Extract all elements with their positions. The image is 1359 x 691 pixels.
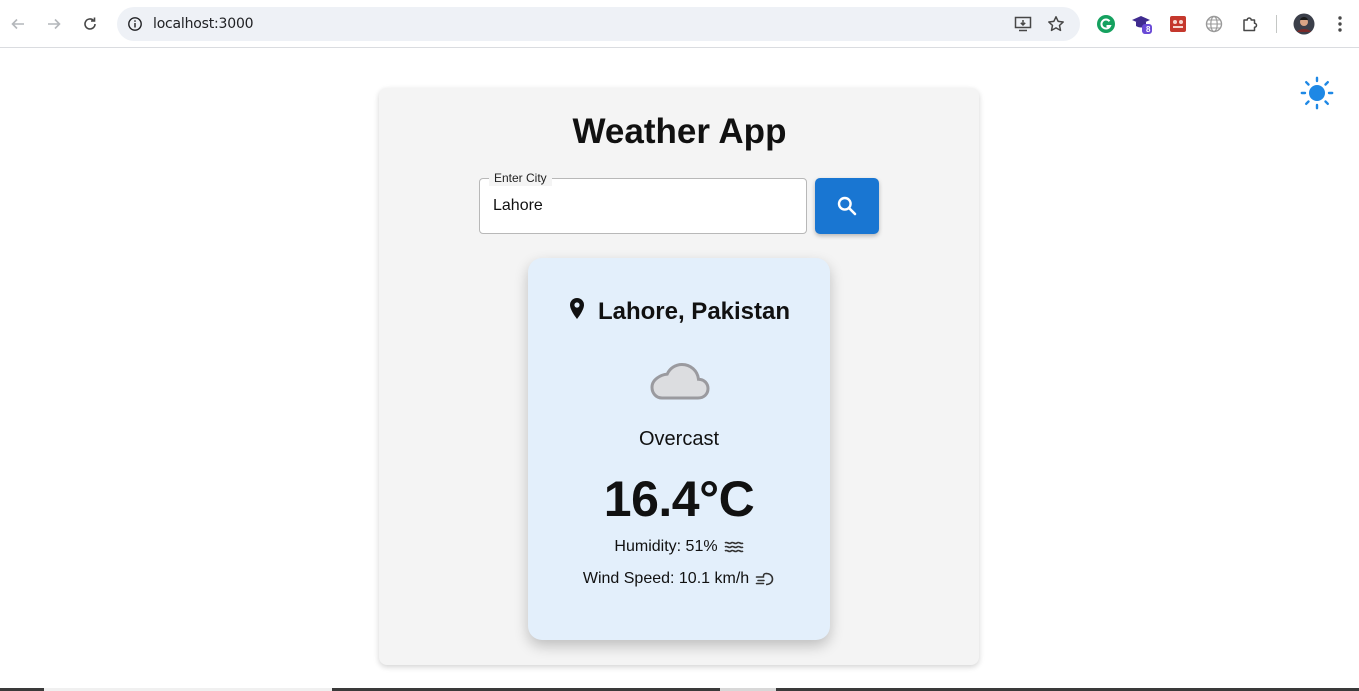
grammarly-extension-icon[interactable] <box>1095 13 1117 35</box>
reload-icon <box>84 17 96 30</box>
theme-toggle-button[interactable] <box>1300 76 1334 110</box>
arrow-left-icon <box>11 18 24 30</box>
location-pin-icon <box>569 298 584 319</box>
bookmark-star-icon[interactable] <box>1046 14 1066 34</box>
extensions-puzzle-icon[interactable] <box>1239 13 1261 35</box>
humidity-text: Humidity: 51% <box>614 538 718 555</box>
profile-avatar[interactable] <box>1293 13 1315 35</box>
kebab-menu-icon <box>1338 16 1342 32</box>
url-text: localhost:3000 <box>153 16 254 32</box>
city-input[interactable] <box>480 179 806 233</box>
temperature: 16.4°C <box>603 471 755 527</box>
arrow-right-icon <box>48 18 61 30</box>
install-app-icon[interactable] <box>1013 14 1033 34</box>
location-name: Lahore, Pakistan <box>597 298 791 325</box>
forward-button[interactable] <box>42 10 66 38</box>
toolbar-divider <box>1276 15 1277 33</box>
sun-icon <box>1300 76 1334 110</box>
wind-row: Wind Speed: 10.1 km/h <box>528 570 830 588</box>
app-title: Weather App <box>572 112 787 151</box>
browser-menu-button[interactable] <box>1329 13 1351 35</box>
water-wave-icon <box>724 540 744 554</box>
reload-button[interactable] <box>78 10 102 38</box>
back-button[interactable] <box>6 10 30 38</box>
address-bar[interactable]: localhost:3000 <box>117 7 1080 41</box>
cloud-icon <box>650 362 710 400</box>
weather-condition: Overcast <box>638 428 720 450</box>
wind-speed-text: Wind Speed: 10.1 km/h <box>582 570 750 587</box>
browser-toolbar: localhost:3000 8 <box>0 0 1359 48</box>
graduation-cap-extension-icon[interactable]: 8 <box>1131 13 1153 35</box>
wind-face-icon <box>755 570 775 588</box>
search-button[interactable] <box>815 178 879 234</box>
extension-badge: 8 <box>1146 25 1151 34</box>
city-input-label: Enter City <box>489 170 552 186</box>
location-row: Lahore, Pakistan <box>528 298 830 326</box>
red-extension-icon[interactable] <box>1167 13 1189 35</box>
search-icon <box>837 196 857 216</box>
site-info-icon[interactable] <box>125 14 145 34</box>
city-input-field[interactable]: Enter City <box>479 170 807 234</box>
humidity-row: Humidity: 51% <box>528 538 830 556</box>
globe-extension-icon[interactable] <box>1203 13 1225 35</box>
